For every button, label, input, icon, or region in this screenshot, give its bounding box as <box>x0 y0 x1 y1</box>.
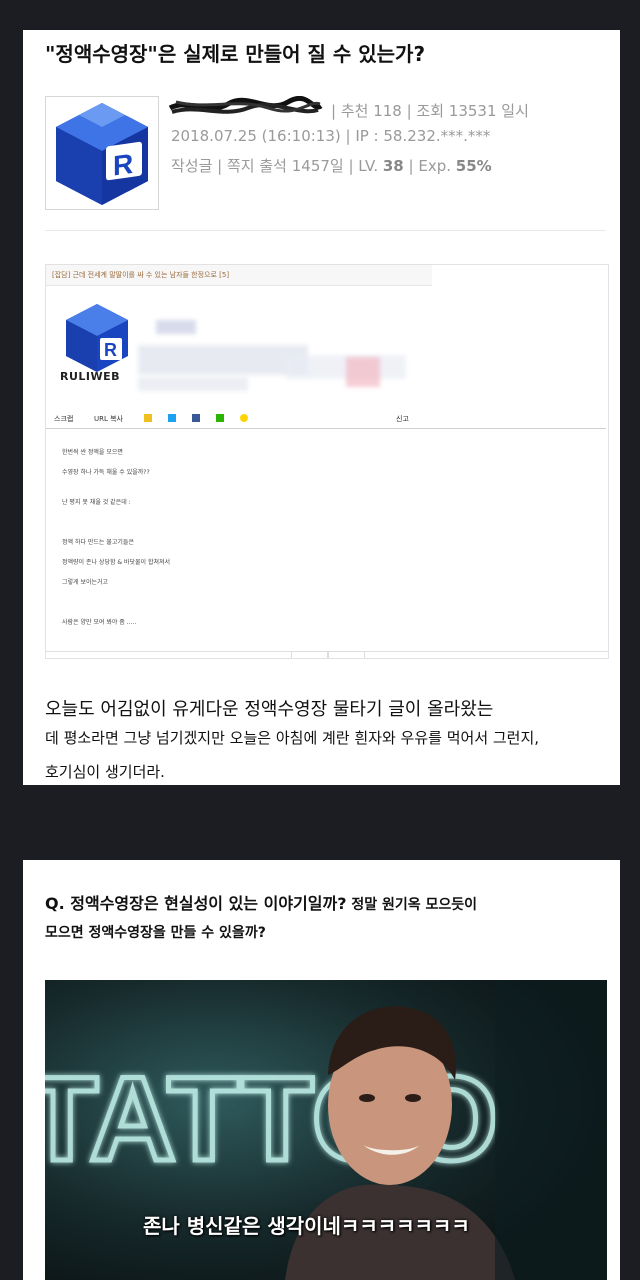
divider <box>45 230 606 231</box>
body-text-line: 데 평소라면 그냥 넘기겠지만 오늘은 아침에 계란 흰자와 우유를 먹어서 그… <box>45 729 540 747</box>
twitter-icon <box>168 414 176 422</box>
body-text-line: 호기심이 생기더라. <box>45 763 165 781</box>
naver-icon <box>216 414 224 422</box>
embedded-text-line: 정액량이 존나 상당함 & 바닷물이 합쳐져서 <box>62 559 171 566</box>
embedded-text-line: 사람은 양만 모여 봐야 좀 ..... <box>62 619 137 626</box>
embedded-text-line: 그렇게 보이는거고 <box>62 579 109 586</box>
blurred-author-info <box>138 377 248 391</box>
ruliweb-logo-text: RULIWEB <box>60 370 121 383</box>
post-meta-date-ip: 2018.07.25 (16:10:13) | IP : 58.232.***.… <box>171 127 491 145</box>
user-exp: 55% <box>455 157 492 175</box>
url-copy-button: URL 복사 <box>94 415 123 423</box>
user-links[interactable]: 작성글 | 쪽지 출석 1457일 | LV. <box>171 157 383 175</box>
facebook-icon <box>192 414 200 422</box>
meme-subtitle: 존나 병신같은 생각이네ㅋㅋㅋㅋㅋㅋㅋ <box>143 1214 470 1238</box>
blurred-author-info <box>346 357 380 387</box>
ruliweb-cube-icon: R <box>56 103 148 205</box>
body-text-line: 오늘도 어김없이 유게다운 정액수영장 물타기 글이 올라왔는 <box>45 699 494 720</box>
post-meta-user: 작성글 | 쪽지 출석 1457일 | LV. 38 | Exp. 55% <box>171 155 492 176</box>
embedded-post-header: [잡담] 근데 전세계 말딸이를 싸 수 있는 남자들 한정으로 [5] <box>46 265 432 286</box>
question-card: Q. 정액수영장은 현실성이 있는 이야기일까? 정말 원기옥 모으듯이 모으면… <box>23 860 620 1280</box>
embedded-text-line: 한번씩 싼 정액을 모으면 <box>62 449 123 456</box>
user-level: 38 <box>382 157 404 175</box>
kakao-icon <box>240 414 248 422</box>
question-main: Q. 정액수영장은 현실성이 있는 이야기일까? <box>45 894 347 913</box>
report-button: 신고 <box>396 415 409 423</box>
post-title: "정액수영장"은 실제로 만들어 질 수 있는가? <box>45 42 426 66</box>
scrap-button: 스크랩 <box>54 415 74 423</box>
question-line: 모으면 정액수영장을 만들 수 있을까? <box>45 925 266 941</box>
svg-text:R: R <box>113 148 133 182</box>
embedded-post-screenshot: [잡담] 근데 전세계 말딸이를 싸 수 있는 남자들 한정으로 [5] R R… <box>45 264 609 659</box>
post-card: "정액수영장"은 실제로 만들어 질 수 있는가? R | 추천 118 | 조… <box>23 30 620 785</box>
post-meta-stats: | 추천 118 | 조회 13531 일시 <box>331 102 529 120</box>
svg-text:R: R <box>104 340 117 360</box>
exp-label: | Exp. <box>403 157 456 175</box>
embedded-footer-tab <box>328 651 365 658</box>
share-icon <box>144 414 152 422</box>
embedded-toolbar: 스크랩 URL 복사 신고 <box>46 410 606 429</box>
embedded-footer-tab <box>291 651 328 658</box>
embedded-text-line: 정액 하다 만드는 물고기들은 <box>62 539 134 546</box>
author-avatar[interactable]: R <box>45 96 159 210</box>
redacted-nickname-scribble <box>168 96 323 114</box>
question-line: Q. 정액수영장은 현실성이 있는 이야기일까? 정말 원기옥 모으듯이 <box>45 890 477 914</box>
question-sub: 정말 원기옥 모으듯이 <box>346 897 478 913</box>
blurred-author-info <box>156 320 196 334</box>
blurred-author-info <box>138 345 308 375</box>
meme-image: TATTOO 존나 병신같은 생각이네ㅋㅋㅋㅋㅋㅋㅋ <box>45 980 607 1280</box>
embedded-text-line: 수영장 하나 가득 채울 수 있을까?? <box>62 469 150 476</box>
embedded-text-line: 난 평지 못 채울 것 같은데 : <box>62 499 131 506</box>
